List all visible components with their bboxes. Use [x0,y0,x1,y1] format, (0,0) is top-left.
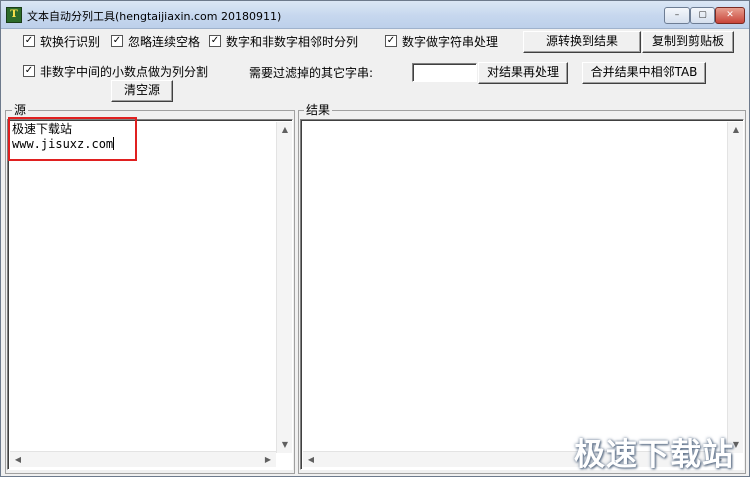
ignore-spaces-checkbox[interactable]: ✓ 忽略连续空格 [111,32,200,50]
app-icon: T [6,7,22,23]
clear-source-button[interactable]: 清空源 [111,80,173,102]
split-digit-nondigit-label: 数字和非数字相邻时分列 [226,34,359,49]
soft-newline-checkbox[interactable]: ✓ 软换行识别 [23,32,100,50]
scroll-down-arrow-icon[interactable]: ▼ [277,437,292,453]
merge-tab-button[interactable]: 合并结果中相邻TAB [582,62,706,84]
close-button[interactable]: ✕ [715,7,745,24]
source-caption: 源 [12,103,29,117]
window-title: 文本自动分列工具(hengtaijiaxin.com 20180911) [27,10,282,23]
source-vertical-scrollbar[interactable]: ▲ ▼ [276,122,292,453]
copy-to-clipboard-button[interactable]: 复制到剪贴板 [642,31,734,53]
filter-label: 需要过滤掉的其它字串: [249,66,374,80]
result-vertical-scrollbar[interactable]: ▲ ▼ [727,122,743,453]
checkbox-checked-icon: ✓ [385,35,397,47]
checkbox-checked-icon: ✓ [111,35,123,47]
app-window: T 文本自动分列工具(hengtaijiaxin.com 20180911) –… [0,0,750,477]
highlight-box [8,117,137,161]
maximize-button[interactable]: ▢ [690,7,715,24]
split-digit-nondigit-checkbox[interactable]: ✓ 数字和非数字相邻时分列 [209,32,358,50]
result-textarea[interactable]: ▲ ▼ ◀ ▶ [300,119,744,470]
title-bar[interactable]: T 文本自动分列工具(hengtaijiaxin.com 20180911) –… [1,1,749,29]
decimal-split-label: 非数字中间的小数点做为列分割 [40,64,209,79]
digits-as-string-label: 数字做字符串处理 [402,34,499,49]
scroll-right-arrow-icon[interactable]: ▶ [260,452,276,468]
convert-to-result-button[interactable]: 源转换到结果 [523,31,641,53]
scroll-left-arrow-icon[interactable]: ◀ [10,452,26,468]
checkbox-checked-icon: ✓ [23,35,35,47]
result-caption: 结果 [304,103,333,117]
scroll-up-arrow-icon[interactable]: ▲ [277,122,292,138]
scroll-up-arrow-icon[interactable]: ▲ [728,122,743,138]
ignore-spaces-label: 忽略连续空格 [128,34,201,49]
source-horizontal-scrollbar[interactable]: ◀ ▶ [10,451,276,467]
minimize-button[interactable]: – [664,7,690,24]
decimal-split-checkbox[interactable]: ✓ 非数字中间的小数点做为列分割 [23,62,208,80]
checkbox-checked-icon: ✓ [23,65,35,77]
filter-input[interactable] [412,63,477,82]
watermark-logo: 极速下载站 [574,437,734,473]
scroll-left-arrow-icon[interactable]: ◀ [303,452,319,468]
reprocess-result-button[interactable]: 对结果再处理 [478,62,568,84]
digits-as-string-checkbox[interactable]: ✓ 数字做字符串处理 [385,32,498,50]
soft-newline-label: 软换行识别 [40,34,101,49]
source-textarea[interactable]: 极速下载站 www.jisuxz.com ▲ ▼ ◀ ▶ [7,119,293,470]
checkbox-checked-icon: ✓ [209,35,221,47]
